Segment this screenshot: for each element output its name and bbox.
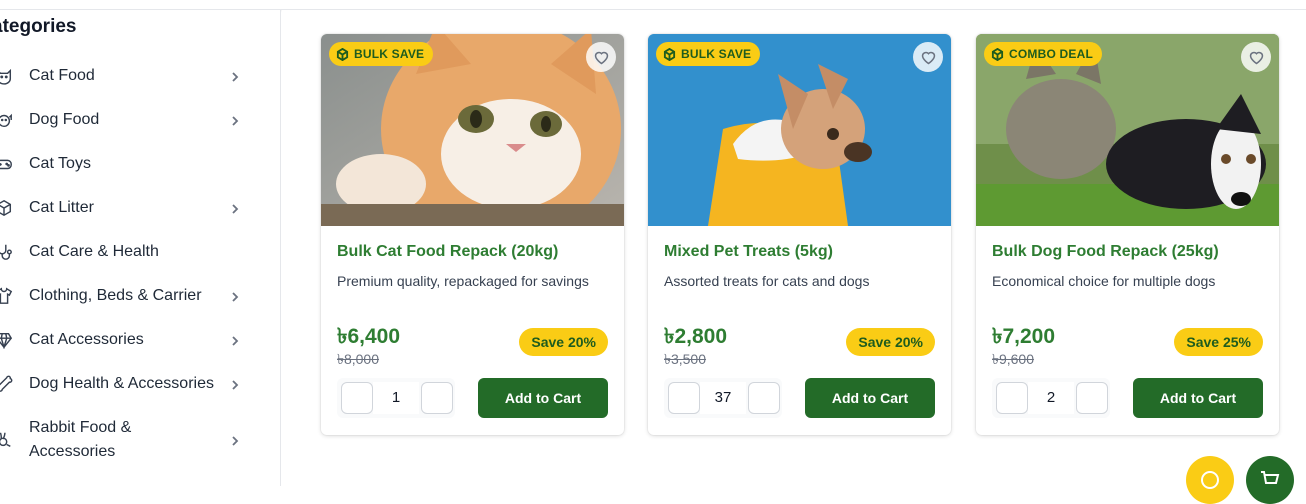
discount-badge: Save 25% — [1174, 328, 1263, 356]
heart-icon — [921, 51, 935, 64]
sidebar-item-label: Cat Litter — [29, 199, 94, 216]
sidebar-item-rabbit-food-accessories[interactable]: Rabbit Food & Accessories — [0, 416, 250, 464]
category-sidebar: ategories Cat Food Dog Food Cat Toys Cat… — [0, 10, 281, 486]
add-to-cart-button[interactable]: Add to Cart — [478, 378, 608, 418]
heart-icon — [1249, 51, 1263, 64]
cart-icon — [1261, 471, 1280, 484]
product-description: Premium quality, repackaged for savings — [337, 273, 589, 289]
sidebar-item-cat-care-health[interactable]: Cat Care & Health — [0, 232, 250, 272]
sidebar-item-cat-food[interactable]: Cat Food — [0, 56, 250, 96]
chevron-right-icon[interactable] — [229, 378, 241, 390]
chevron-right-icon[interactable] — [229, 202, 241, 214]
product-old-price: ৳8,000 — [337, 351, 380, 367]
wishlist-button[interactable] — [1241, 42, 1271, 72]
chevron-right-icon[interactable] — [229, 114, 241, 126]
gamepad-icon — [0, 154, 14, 174]
product-old-price: ৳3,500 — [664, 351, 707, 367]
sidebar-title: ategories — [0, 16, 77, 37]
quantity-stepper: 1 — [337, 378, 455, 418]
increase-quantity-button[interactable] — [748, 382, 780, 414]
product-title[interactable]: Bulk Dog Food Repack (25kg) — [992, 243, 1219, 261]
wishlist-button[interactable] — [586, 42, 616, 72]
sidebar-item-label: Cat Food — [29, 67, 95, 84]
box-icon — [0, 198, 14, 218]
increase-quantity-button[interactable] — [421, 382, 453, 414]
sidebar-item-label: Cat Care & Health — [29, 243, 159, 260]
deal-badge: BULK SAVE — [329, 42, 434, 66]
add-to-cart-button[interactable]: Add to Cart — [805, 378, 935, 418]
product-card[interactable]: COMBO DEAL Bulk Dog Food Repack (25kg) E… — [976, 34, 1279, 435]
package-icon — [336, 47, 349, 61]
discount-badge: Save 20% — [519, 328, 608, 356]
product-card[interactable]: BULK SAVE Bulk Cat Food Repack (20kg) Pr… — [321, 34, 624, 435]
add-to-cart-button[interactable]: Add to Cart — [1133, 378, 1263, 418]
chevron-right-icon[interactable] — [229, 334, 241, 346]
product-card[interactable]: BULK SAVE Mixed Pet Treats (5kg) Assorte… — [648, 34, 951, 435]
quantity-stepper: 2 — [992, 378, 1110, 418]
sidebar-item-label: Rabbit Food & Accessories — [29, 419, 132, 460]
sidebar-item-dog-food[interactable]: Dog Food — [0, 100, 250, 140]
sidebar-item-clothing-beds-carrier[interactable]: Clothing, Beds & Carrier — [0, 276, 250, 316]
sidebar-item-cat-litter[interactable]: Cat Litter — [0, 188, 250, 228]
heart-icon — [594, 51, 608, 64]
decrease-quantity-button[interactable] — [668, 382, 700, 414]
quantity-stepper: 37 — [664, 378, 782, 418]
package-icon — [991, 47, 1004, 61]
quantity-input[interactable]: 37 — [700, 382, 746, 414]
badge-label: COMBO DEAL — [1009, 47, 1093, 61]
decrease-quantity-button[interactable] — [996, 382, 1028, 414]
chevron-right-icon[interactable] — [229, 290, 241, 302]
quantity-input[interactable]: 1 — [373, 382, 419, 414]
quantity-input[interactable]: 2 — [1028, 382, 1074, 414]
sidebar-item-label: Dog Health & Accessories — [29, 375, 214, 392]
deal-badge: COMBO DEAL — [984, 42, 1102, 66]
dog-face-icon — [0, 110, 14, 130]
product-old-price: ৳9,600 — [992, 351, 1035, 367]
product-description: Economical choice for multiple dogs — [992, 273, 1216, 289]
chevron-right-icon[interactable] — [229, 434, 241, 446]
chevron-right-icon[interactable] — [229, 70, 241, 82]
chat-icon — [1201, 471, 1219, 489]
gem-icon — [0, 330, 14, 350]
sidebar-item-label: Dog Food — [29, 111, 100, 128]
sidebar-item-cat-toys[interactable]: Cat Toys — [0, 144, 250, 184]
package-icon — [663, 47, 676, 61]
stethoscope-icon — [0, 242, 14, 262]
top-bar — [0, 0, 1306, 10]
badge-label: BULK SAVE — [354, 47, 425, 61]
sidebar-item-label: Clothing, Beds & Carrier — [29, 287, 202, 304]
sidebar-item-cat-accessories[interactable]: Cat Accessories — [0, 320, 250, 360]
bone-icon — [0, 374, 14, 394]
chat-button[interactable] — [1186, 456, 1234, 504]
discount-badge: Save 20% — [846, 328, 935, 356]
badge-label: BULK SAVE — [681, 47, 752, 61]
deal-badge: BULK SAVE — [656, 42, 761, 66]
rabbit-icon — [0, 430, 14, 450]
sidebar-item-dog-health-accessories[interactable]: Dog Health & Accessories — [0, 364, 250, 404]
cat-face-icon — [0, 66, 14, 86]
product-grid: BULK SAVE Bulk Cat Food Repack (20kg) Pr… — [282, 10, 1306, 486]
shirt-icon — [0, 286, 14, 306]
increase-quantity-button[interactable] — [1076, 382, 1108, 414]
cart-button[interactable] — [1246, 456, 1294, 504]
product-title[interactable]: Mixed Pet Treats (5kg) — [664, 243, 833, 261]
sidebar-item-label: Cat Accessories — [29, 331, 144, 348]
sidebar-item-label: Cat Toys — [29, 155, 91, 172]
wishlist-button[interactable] — [913, 42, 943, 72]
product-description: Assorted treats for cats and dogs — [664, 273, 870, 289]
product-title[interactable]: Bulk Cat Food Repack (20kg) — [337, 243, 558, 261]
decrease-quantity-button[interactable] — [341, 382, 373, 414]
